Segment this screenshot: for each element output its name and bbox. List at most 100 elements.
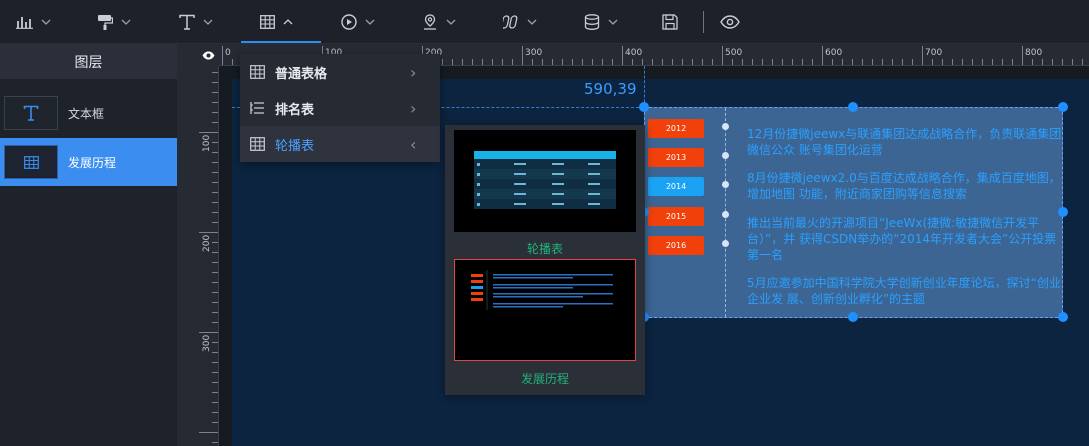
chart-tool[interactable]	[16, 0, 51, 44]
ruler-label: 500	[725, 48, 742, 58]
layer-item-label: 文本框	[68, 106, 105, 121]
ranking-list-icon	[250, 102, 264, 114]
component-tool[interactable]	[503, 0, 537, 44]
layer-panel: 图层 文本框 发展历程	[0, 44, 177, 446]
toggle-guides-button[interactable]	[197, 44, 219, 66]
chevron-down-icon	[203, 19, 213, 25]
preview-icon	[720, 15, 740, 29]
timeline-entry: 12月份捷微jeewx与联通集团达成战略合作，负责联通集团微信公众 账号集团化运…	[747, 127, 1062, 157]
map-icon	[424, 14, 436, 30]
menu-item-label: 轮播表	[275, 138, 315, 154]
resize-handle-right[interactable]	[1058, 207, 1068, 217]
chevron-down-icon	[608, 19, 618, 25]
menu-item-label: 排名表	[275, 102, 315, 118]
chevron-up-icon	[283, 19, 293, 25]
timeline-dot	[722, 181, 729, 188]
ruler-label: 400	[625, 48, 642, 58]
paint-tool[interactable]	[97, 0, 131, 44]
guide-line-vertical	[644, 66, 645, 107]
preview-button[interactable]	[720, 0, 740, 44]
timeline-entry: 推出当前最火的开源项目“JeeWx(捷微:敏捷微信开发平台）”，并 获得CSDN…	[747, 216, 1057, 262]
layer-thumbnail	[4, 145, 58, 179]
timeline-dot	[722, 152, 729, 159]
preview-label: 发展历程	[520, 372, 569, 386]
preview-label: 轮播表	[526, 242, 563, 256]
year-tag[interactable]: 2012	[648, 119, 704, 138]
chevron-down-icon	[41, 19, 51, 25]
media-icon	[341, 14, 357, 30]
ruler-left[interactable]: 100 200 300	[197, 66, 219, 446]
layer-item-label: 发展历程	[68, 155, 117, 170]
year-tag[interactable]: 2016	[648, 236, 704, 255]
chart-icon	[16, 17, 33, 29]
timeline-thumbnail	[471, 270, 613, 310]
text-icon	[23, 105, 39, 121]
editor-app: 图层 文本框 发展历程 0 100 200 300 400 500 600 700 800 10…	[0, 0, 1089, 446]
timeline-entry: 5月应邀参加中国科学院大学创新创业年度论坛，探讨“创业企业发 展、创新创业孵化”…	[747, 276, 1061, 306]
database-icon	[584, 14, 600, 30]
carousel-table-thumbnail	[474, 151, 616, 209]
layer-thumbnail	[4, 96, 58, 130]
table-icon	[23, 155, 39, 169]
timeline-component[interactable]: 2012 2013 2014 2015 2016 12月份捷微jeewx与联通集…	[644, 107, 1063, 318]
preview-carousel-table[interactable]	[454, 130, 636, 232]
ruler-label: 0	[225, 48, 231, 58]
menu-item-carousel-table[interactable]: 轮播表 ‹	[240, 126, 440, 162]
layer-panel-title: 图层	[0, 44, 177, 79]
chevron-down-icon	[365, 19, 375, 25]
chevron-left-icon: ‹	[410, 134, 417, 154]
ruler-label: 300	[525, 48, 542, 58]
year-tag[interactable]: 2013	[648, 148, 704, 167]
resize-handle-bottom[interactable]	[848, 312, 858, 322]
paint-icon	[98, 15, 113, 30]
table-icon	[250, 137, 265, 151]
table-icon	[260, 15, 275, 29]
map-tool[interactable]	[422, 0, 456, 44]
ruler-left-ticks: 100 200 300	[199, 72, 218, 443]
text-tool[interactable]	[179, 0, 213, 44]
timeline-dot	[722, 240, 729, 247]
chevron-right-icon: ›	[410, 98, 417, 118]
text-icon	[179, 14, 195, 30]
menu-item-label: 普通表格	[275, 66, 328, 82]
ruler-label: 600	[825, 48, 842, 58]
media-tool[interactable]	[341, 0, 375, 44]
database-tool[interactable]	[584, 0, 618, 44]
chevron-down-icon	[121, 19, 131, 25]
menu-item-ranking-table[interactable]: 排名表 ›	[240, 90, 440, 126]
toolbar-divider	[703, 11, 704, 33]
resize-handle-top-right[interactable]	[1058, 102, 1068, 112]
ruler-label: 100	[202, 135, 212, 152]
timeline-entry: 8月份捷微jeewx2.0与百度达成战略合作，集成百度地图，增加地图 功能，附近…	[747, 171, 1061, 201]
table-icon	[250, 65, 265, 79]
preview-timeline[interactable]	[454, 259, 636, 361]
save-button[interactable]	[662, 0, 678, 44]
resize-handle-top-left[interactable]	[639, 102, 649, 112]
timeline-dot	[722, 211, 729, 218]
layer-item-timeline[interactable]: 发展历程	[0, 138, 177, 186]
layer-item-textbox[interactable]: 文本框	[0, 89, 177, 137]
ruler-label: 700	[925, 48, 942, 58]
ruler-label: 800	[1025, 48, 1042, 58]
ruler-label: 300	[202, 335, 212, 352]
table-tool[interactable]	[260, 0, 293, 44]
ruler-label: 200	[202, 235, 212, 252]
active-tool-indicator	[241, 41, 321, 43]
panel-splitter[interactable]	[177, 44, 197, 446]
resize-handle-bottom-right[interactable]	[1058, 312, 1068, 322]
year-tag-active[interactable]: 2014	[648, 177, 704, 196]
resize-handle-top[interactable]	[848, 102, 858, 112]
carousel-submenu: 轮播表 发展历程	[445, 125, 645, 395]
chevron-down-icon	[527, 19, 537, 25]
top-toolbar	[0, 0, 1089, 44]
year-tag[interactable]: 2015	[648, 207, 704, 226]
table-dropdown-menu: 普通表格 › 排名表 › 轮播表 ‹	[240, 54, 440, 162]
eye-icon	[202, 51, 214, 59]
chevron-right-icon: ›	[410, 62, 417, 82]
save-icon	[662, 14, 678, 30]
cursor-coordinates: 590,39	[584, 80, 637, 98]
menu-item-normal-table[interactable]: 普通表格 ›	[240, 54, 440, 90]
component-icon	[503, 15, 518, 29]
chevron-down-icon	[446, 19, 456, 25]
timeline-dot	[722, 123, 729, 130]
